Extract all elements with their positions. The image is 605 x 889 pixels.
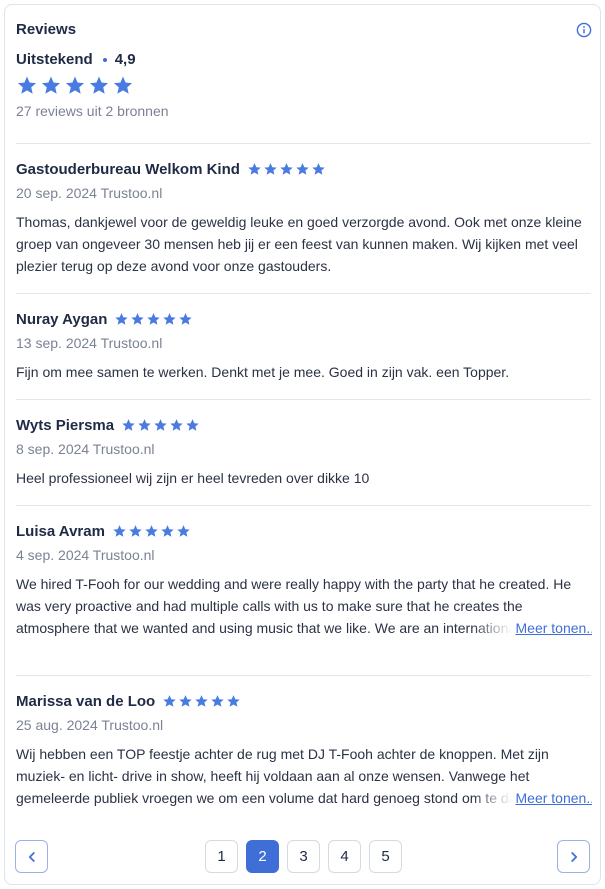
star-icon <box>312 163 325 175</box>
star-icon <box>115 313 129 325</box>
review-text: We hired T-Fooh for our wedding and were… <box>16 573 592 639</box>
star-icon <box>163 695 176 707</box>
review-text: Thomas, dankjewel voor de geweldig leuke… <box>16 214 582 274</box>
reviewer-name: Marissa van de Loo <box>16 693 156 710</box>
star-icon <box>179 313 193 325</box>
show-more-link[interactable]: Meer tonen... <box>471 617 592 639</box>
star-icon <box>154 419 167 431</box>
overall-rating: Uitstekend 4,9 <box>16 51 136 68</box>
page-1-button[interactable]: 1 <box>205 840 238 873</box>
star-icon <box>195 695 208 707</box>
star-icon <box>122 419 135 431</box>
star-icon <box>41 76 61 94</box>
review-item: Luisa Avram 4 sep. 2024 Trustoo.nl We hi… <box>16 505 592 675</box>
review-text: Wij hebben een TOP feestje achter de rug… <box>16 743 592 809</box>
review-item: Nuray Aygan 13 sep. 2024 Trustoo.nl Fijn… <box>16 293 591 399</box>
reviewer-name: Wyts Piersma <box>16 417 115 434</box>
review-meta: 13 sep. 2024 Trustoo.nl <box>16 335 163 351</box>
reviewer-name: Nuray Aygan <box>16 311 108 328</box>
review-stars <box>162 694 241 709</box>
reviews-summary: 27 reviews uit 2 bronnen <box>16 103 169 119</box>
overall-stars <box>16 75 134 97</box>
review-meta: 8 sep. 2024 Trustoo.nl <box>16 441 155 457</box>
star-icon <box>163 313 177 325</box>
review-stars <box>112 524 191 539</box>
review-item: Wyts Piersma 8 sep. 2024 Trustoo.nl Heel… <box>16 399 591 505</box>
star-icon <box>296 163 309 175</box>
review-meta: 20 sep. 2024 Trustoo.nl <box>16 185 163 201</box>
review-text: Fijn om mee samen te werken. Denkt met j… <box>16 364 510 380</box>
star-icon <box>264 163 277 175</box>
star-icon <box>179 695 192 707</box>
rating-word: Uitstekend <box>16 51 93 68</box>
star-icon <box>211 695 224 707</box>
review-item: Gastouderbureau Welkom Kind 20 sep. 2024… <box>16 143 591 293</box>
review-meta: 25 aug. 2024 Trustoo.nl <box>16 717 164 733</box>
star-icon <box>113 76 133 94</box>
reviews-card: Reviews Uitstekend 4,9 27 reviews uit 2 … <box>4 4 601 885</box>
star-icon <box>113 525 126 537</box>
info-icon[interactable] <box>576 22 592 38</box>
star-icon <box>131 313 145 325</box>
star-icon <box>227 695 240 707</box>
show-more-link[interactable]: Meer tonen... <box>471 787 592 809</box>
review-item: Marissa van de Loo 25 aug. 2024 Trustoo.… <box>16 675 592 835</box>
next-page-button[interactable] <box>557 840 590 873</box>
star-icon <box>129 525 142 537</box>
star-icon <box>161 525 174 537</box>
star-icon <box>145 525 158 537</box>
star-icon <box>186 419 199 431</box>
review-text: Heel professioneel wij zijn er heel tevr… <box>16 470 370 486</box>
review-stars <box>114 312 193 327</box>
reviewer-name: Gastouderbureau Welkom Kind <box>16 161 240 178</box>
review-stars <box>247 162 326 177</box>
reviews-title: Reviews <box>16 21 77 38</box>
review-text-body: Wij hebben een TOP feestje achter de rug… <box>16 746 551 806</box>
star-icon <box>248 163 261 175</box>
star-icon <box>17 76 37 94</box>
chevron-right-icon <box>570 851 577 862</box>
star-icon <box>65 76 85 94</box>
page-3-button[interactable]: 3 <box>287 840 320 873</box>
review-stars <box>121 418 200 433</box>
review-meta: 4 sep. 2024 Trustoo.nl <box>16 547 155 563</box>
reviewer-name: Luisa Avram <box>16 523 105 540</box>
chevron-left-icon <box>28 851 35 862</box>
star-icon <box>280 163 293 175</box>
page-4-button[interactable]: 4 <box>328 840 361 873</box>
pagination: 12345 <box>0 840 605 874</box>
previous-page-button[interactable] <box>15 840 48 873</box>
star-icon <box>138 419 151 431</box>
page-5-button[interactable]: 5 <box>369 840 402 873</box>
page-list: 12345 <box>205 840 402 873</box>
star-icon <box>147 313 161 325</box>
page-2-button[interactable]: 2 <box>246 840 279 873</box>
rating-value: 4,9 <box>114 51 136 68</box>
star-icon <box>89 76 109 94</box>
star-icon <box>177 525 190 537</box>
star-icon <box>170 419 183 431</box>
separator-dot <box>102 57 107 62</box>
